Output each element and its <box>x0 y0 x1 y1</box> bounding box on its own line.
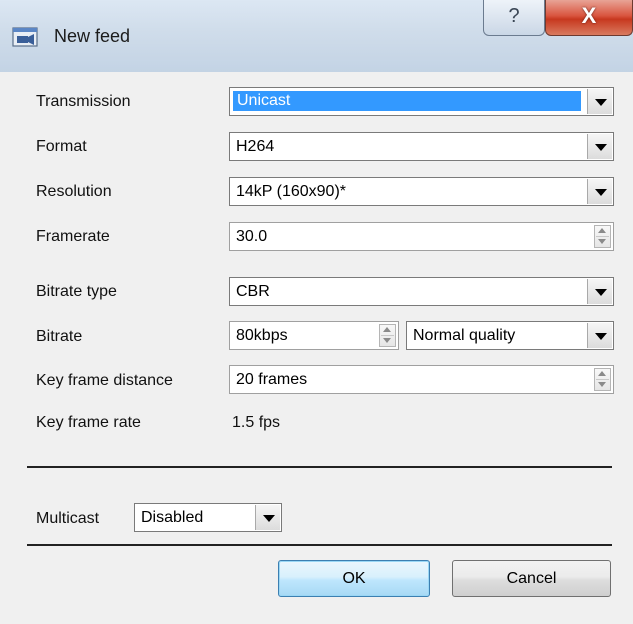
chevron-down-icon[interactable] <box>587 89 612 114</box>
resolution-value: 14kP (160x90)* <box>236 183 346 200</box>
key-frame-distance-spinbox[interactable]: 20 frames <box>229 365 614 394</box>
chevron-down-icon[interactable] <box>587 179 612 204</box>
multicast-value: Disabled <box>141 509 204 526</box>
framerate-spinbox[interactable]: 30.0 <box>229 222 614 251</box>
key-frame-distance-value: 20 frames <box>236 371 308 388</box>
key-frame-rate-value: 1.5 fps <box>232 414 281 431</box>
bitrate-label: Bitrate <box>36 328 83 345</box>
chevron-down-icon[interactable] <box>587 134 612 159</box>
cancel-button[interactable]: Cancel <box>452 560 611 597</box>
framerate-value: 30.0 <box>236 228 268 245</box>
transmission-select[interactable]: Unicast <box>229 87 614 116</box>
transmission-value: Unicast <box>233 91 581 111</box>
key-frame-distance-label: Key frame distance <box>36 372 173 389</box>
close-icon: X <box>581 3 597 28</box>
spin-arrows-icon[interactable] <box>594 368 611 391</box>
format-value: H264 <box>236 138 275 155</box>
chevron-down-icon[interactable] <box>255 505 280 530</box>
format-select[interactable]: H264 <box>229 132 614 161</box>
bitrate-spinbox[interactable]: 80kbps <box>229 321 399 350</box>
spin-arrows-icon[interactable] <box>379 324 396 347</box>
spin-arrows-icon[interactable] <box>594 225 611 248</box>
bitrate-type-select[interactable]: CBR <box>229 277 614 306</box>
title-bar[interactable]: New feed ? X <box>0 0 633 72</box>
new-feed-dialog: New feed ? X Transmission Unicast Format… <box>0 0 633 624</box>
bitrate-type-label: Bitrate type <box>36 283 117 300</box>
bitrate-quality-select[interactable]: Normal quality <box>406 321 614 350</box>
close-button[interactable]: X <box>545 0 633 36</box>
bitrate-value: 80kbps <box>236 327 288 344</box>
divider <box>27 544 612 546</box>
chevron-down-icon[interactable] <box>587 279 612 304</box>
multicast-select[interactable]: Disabled <box>134 503 282 532</box>
key-frame-rate-label: Key frame rate <box>36 414 141 431</box>
bitrate-type-value: CBR <box>236 283 270 300</box>
chevron-down-icon[interactable] <box>587 323 612 348</box>
help-button[interactable]: ? <box>483 0 545 36</box>
video-feed-icon <box>12 27 38 47</box>
multicast-label: Multicast <box>36 510 100 527</box>
resolution-select[interactable]: 14kP (160x90)* <box>229 177 614 206</box>
help-icon: ? <box>508 5 520 27</box>
divider <box>27 466 612 468</box>
resolution-label: Resolution <box>36 183 112 200</box>
bitrate-quality-value: Normal quality <box>413 327 516 344</box>
ok-button[interactable]: OK <box>278 560 430 597</box>
framerate-label: Framerate <box>36 228 110 245</box>
window-title: New feed <box>54 26 131 46</box>
format-label: Format <box>36 138 87 155</box>
transmission-label: Transmission <box>36 93 131 110</box>
